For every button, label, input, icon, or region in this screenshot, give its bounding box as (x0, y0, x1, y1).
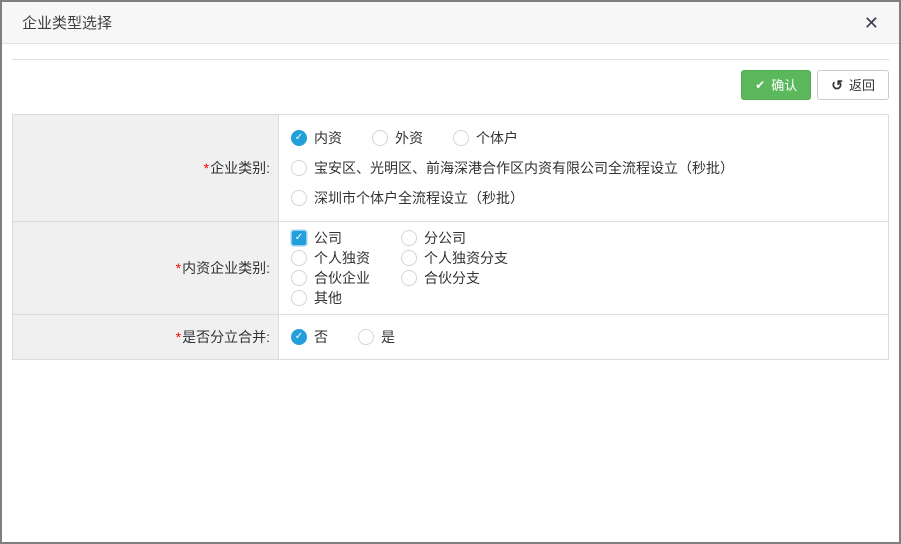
enterprise-type-dialog: 企业类型选择 ✕ ✔ 确认 ↺ 返回 * 企业类别: (0, 0, 901, 544)
option-line: 宝安区、光明区、前海深港合作区内资有限公司全流程设立（秒批） (291, 153, 880, 183)
back-button-label: 返回 (849, 79, 875, 92)
required-marker: * (176, 260, 181, 276)
row-label-text: 是否分立合并: (182, 327, 270, 347)
close-icon[interactable]: ✕ (862, 2, 881, 44)
radio-checked-icon[interactable]: ✓ (291, 130, 307, 146)
radio-option[interactable]: ✓ 内资 (291, 128, 342, 148)
row-label-text: 内资企业类别: (182, 258, 270, 278)
row-options: ✓ 公司 分公司 个人独资 (279, 222, 888, 314)
radio-option[interactable]: ✓ 否 (291, 327, 328, 347)
checkbox-option-label: 个人独资分支 (424, 248, 508, 268)
row-label: * 内资企业类别: (13, 222, 279, 314)
radio-unchecked-icon[interactable] (453, 130, 469, 146)
checkbox-option[interactable]: 个人独资 (291, 248, 401, 268)
radio-unchecked-icon[interactable] (372, 130, 388, 146)
checkbox-option[interactable]: 个人独资分支 (401, 248, 508, 268)
form-row-enterprise-category: * 企业类别: ✓ 内资 外资 (13, 115, 888, 222)
radio-unchecked-icon[interactable] (291, 160, 307, 176)
checkbox-option-label: 合伙分支 (424, 268, 480, 288)
checkbox-option-label: 合伙企业 (314, 268, 370, 288)
checkbox-unchecked-icon[interactable] (291, 270, 307, 286)
form-row-domestic-enterprise-type: * 内资企业类别: ✓ 公司 分公司 (13, 222, 888, 315)
option-line: ✓ 否 是 (291, 323, 880, 351)
option-line: 深圳市个体户全流程设立（秒批） (291, 183, 880, 213)
checkbox-option[interactable]: 分公司 (401, 228, 466, 248)
row-label-text: 企业类别: (210, 158, 270, 178)
row-label: * 企业类别: (13, 115, 279, 221)
radio-option[interactable]: 外资 (372, 128, 423, 148)
radio-option-label: 否 (314, 327, 328, 347)
radio-unchecked-icon[interactable] (291, 190, 307, 206)
radio-option[interactable]: 宝安区、光明区、前海深港合作区内资有限公司全流程设立（秒批） (291, 158, 734, 178)
checkbox-unchecked-icon[interactable] (291, 290, 307, 306)
checkbox-option[interactable]: 其他 (291, 288, 401, 308)
radio-option[interactable]: 个体户 (453, 128, 518, 148)
required-marker: * (176, 329, 181, 345)
row-label: * 是否分立合并: (13, 315, 279, 359)
radio-option[interactable]: 是 (358, 327, 395, 347)
form-row-split-merge: * 是否分立合并: ✓ 否 是 (13, 315, 888, 359)
checkbox-option[interactable]: 合伙分支 (401, 268, 480, 288)
checkbox-option-label: 个人独资 (314, 248, 370, 268)
back-button[interactable]: ↺ 返回 (817, 70, 889, 100)
radio-option-label: 内资 (314, 128, 342, 148)
radio-checked-icon[interactable]: ✓ (291, 329, 307, 345)
radio-unchecked-icon[interactable] (358, 329, 374, 345)
option-line: 其他 (291, 288, 880, 308)
checkbox-option-label: 分公司 (424, 228, 466, 248)
option-line: ✓ 公司 分公司 (291, 228, 880, 248)
radio-option-label: 深圳市个体户全流程设立（秒批） (314, 188, 524, 208)
checkbox-option-label: 其他 (314, 288, 342, 308)
row-options: ✓ 内资 外资 个体户 (279, 115, 888, 221)
radio-option-label: 宝安区、光明区、前海深港合作区内资有限公司全流程设立（秒批） (314, 158, 734, 178)
checkbox-checked-icon[interactable]: ✓ (291, 230, 307, 246)
option-line: ✓ 内资 外资 个体户 (291, 123, 880, 153)
checkbox-unchecked-icon[interactable] (291, 250, 307, 266)
checkbox-option[interactable]: 合伙企业 (291, 268, 401, 288)
check-icon: ✔ (755, 79, 765, 91)
dialog-content: ✔ 确认 ↺ 返回 * 企业类别: ✓ 内资 (2, 59, 899, 360)
toolbar: ✔ 确认 ↺ 返回 (12, 60, 889, 100)
dialog-title: 企业类型选择 (22, 12, 862, 33)
confirm-button[interactable]: ✔ 确认 (741, 70, 811, 100)
enterprise-type-form: * 企业类别: ✓ 内资 外资 (12, 114, 889, 360)
radio-option-label: 个体户 (476, 128, 518, 148)
checkbox-option-label: 公司 (314, 228, 342, 248)
option-line: 个人独资 个人独资分支 (291, 248, 880, 268)
confirm-button-label: 确认 (771, 79, 797, 92)
radio-option[interactable]: 深圳市个体户全流程设立（秒批） (291, 188, 524, 208)
dialog-titlebar: 企业类型选择 ✕ (2, 2, 899, 44)
checkbox-unchecked-icon[interactable] (401, 270, 417, 286)
radio-option-label: 是 (381, 327, 395, 347)
checkbox-option[interactable]: ✓ 公司 (291, 228, 401, 248)
option-line: 合伙企业 合伙分支 (291, 268, 880, 288)
row-options: ✓ 否 是 (279, 315, 888, 359)
radio-option-label: 外资 (395, 128, 423, 148)
checkbox-unchecked-icon[interactable] (401, 230, 417, 246)
undo-icon: ↺ (831, 78, 843, 92)
required-marker: * (204, 160, 209, 176)
checkbox-unchecked-icon[interactable] (401, 250, 417, 266)
